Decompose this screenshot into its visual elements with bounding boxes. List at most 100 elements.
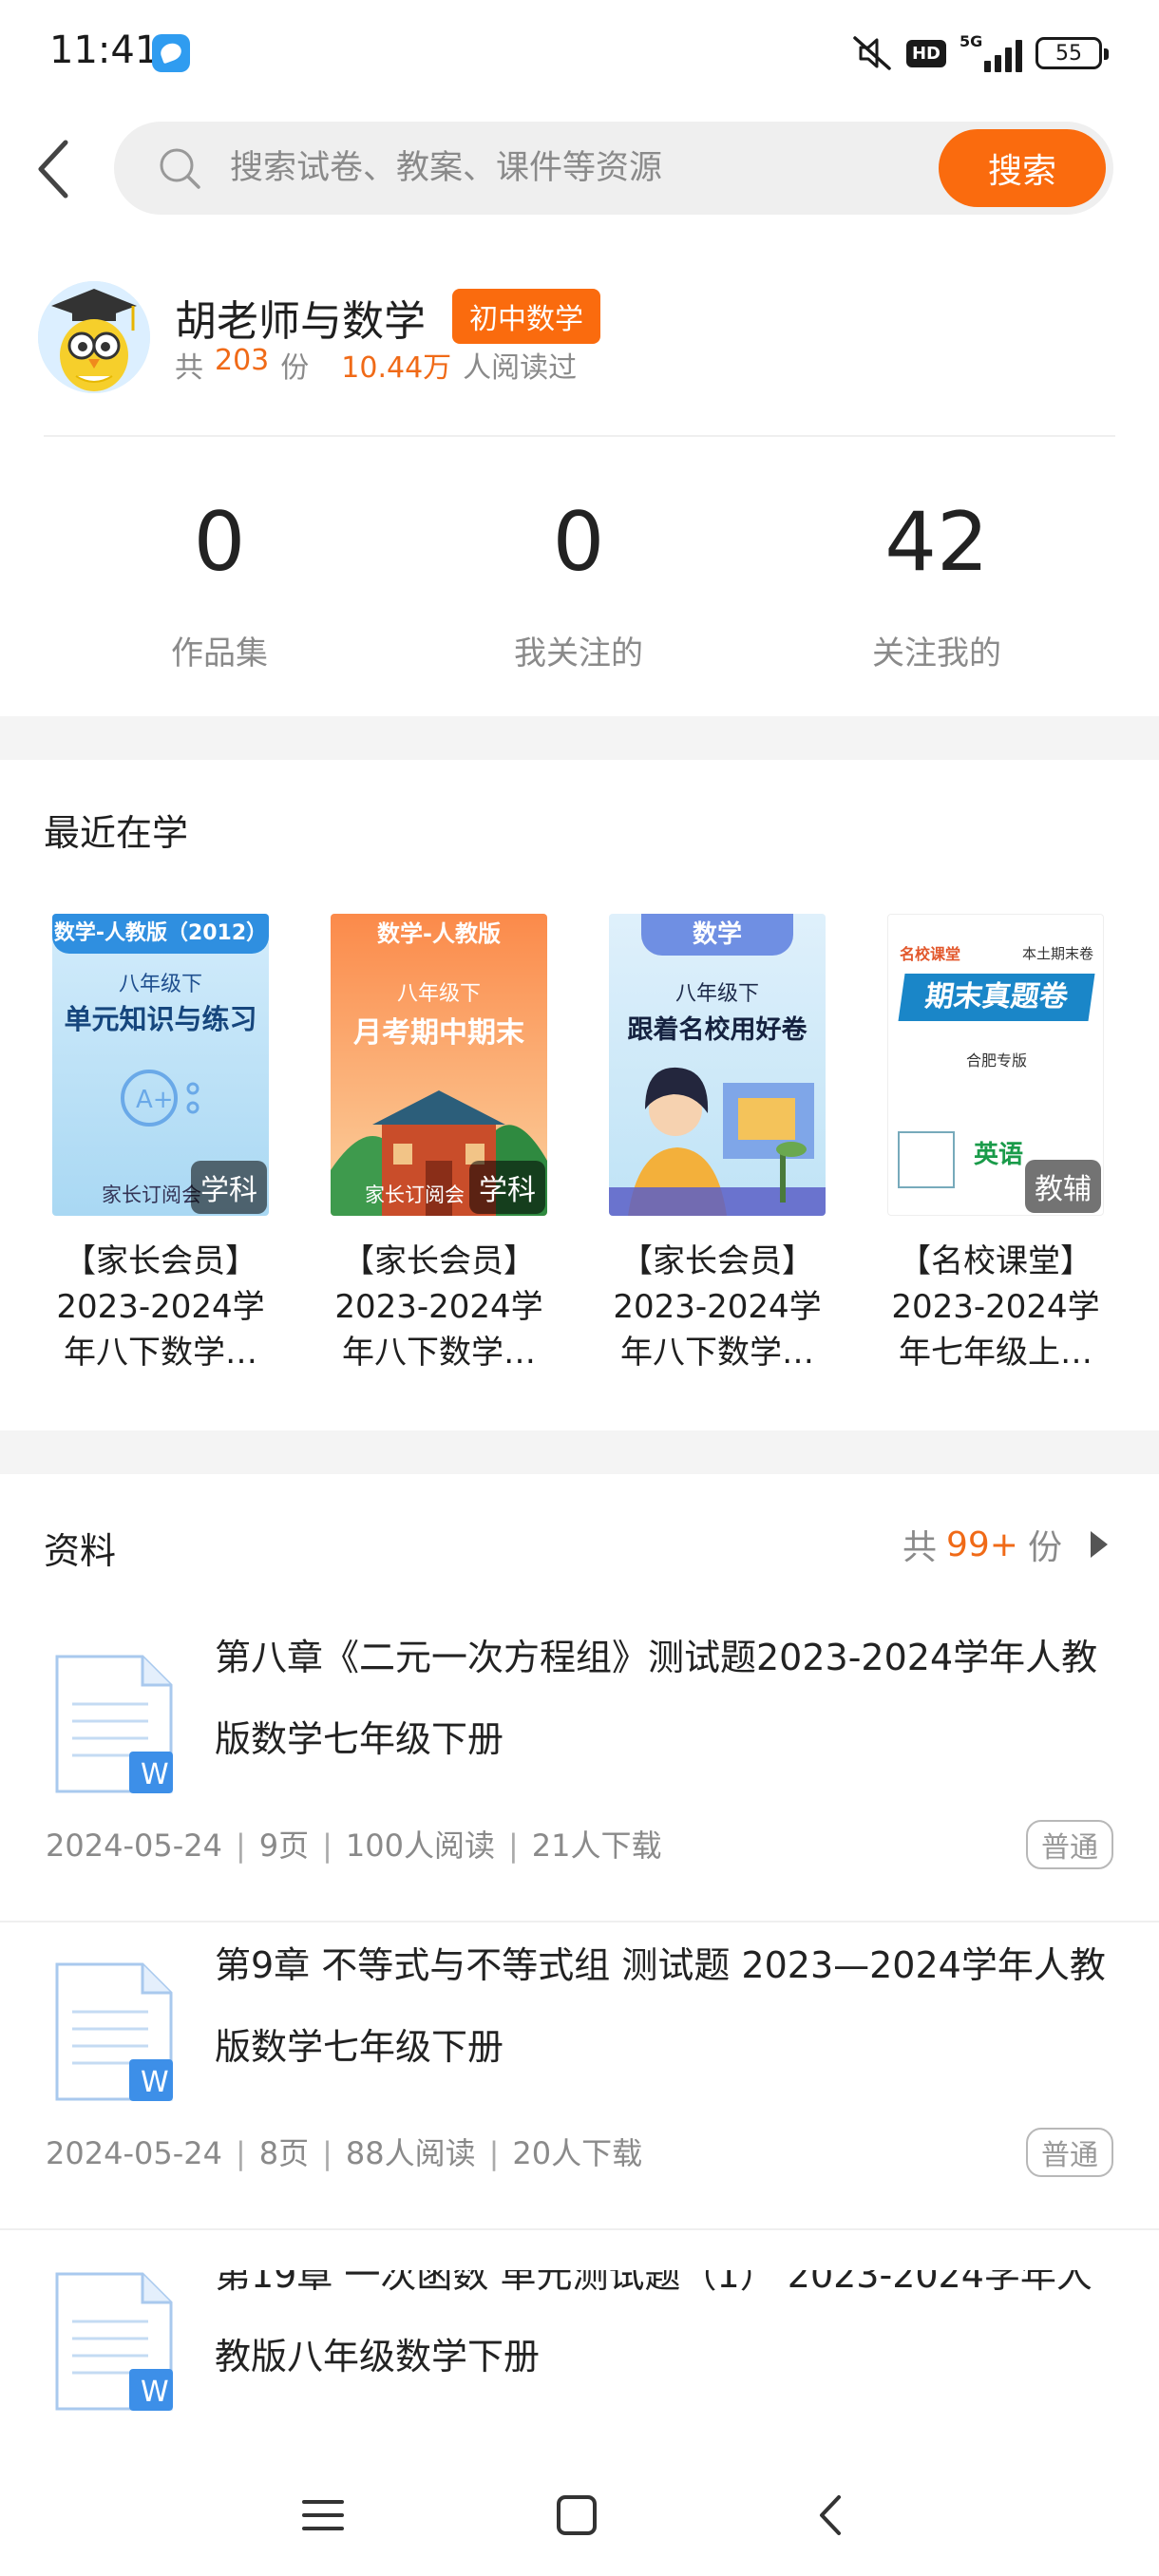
card-title-line: 2023-2024学 [334, 1288, 543, 1326]
divider [44, 435, 1115, 437]
home-button[interactable] [539, 2477, 615, 2553]
word-document-icon: W [55, 1655, 173, 1793]
category-tag: 教辅 [1025, 1160, 1101, 1213]
counter-followers[interactable]: 42 关注我的 [794, 502, 1079, 673]
chevron-left-icon [38, 140, 68, 199]
card-title-line: 【家长会员】 [342, 1242, 536, 1280]
chevron-left-icon [820, 2495, 841, 2535]
doc-unit: 份 [280, 351, 310, 385]
arrow-right-icon [1091, 1531, 1108, 1558]
system-nav-bar [0, 2451, 1159, 2576]
cover-brand: 名校课堂 [900, 945, 961, 963]
doc-downloads: 21人下载 [531, 1828, 662, 1864]
card-title-line: 【家长会员】 [64, 1242, 257, 1280]
section-separator [0, 1430, 1159, 1474]
recent-card[interactable]: 数学 八年级下 跟着名校用好卷 【家长会员】 2023-2024学 年八下数学… [609, 914, 826, 1375]
owl-mascot-icon [38, 281, 150, 393]
resources-more-link[interactable]: 共 99+ 份 [902, 1520, 1108, 1569]
cover-main: 期末真题卷 [898, 974, 1095, 1021]
counter-label: 作品集 [171, 635, 268, 672]
avatar[interactable] [38, 281, 150, 393]
cover-header: 数学 [641, 914, 793, 956]
search-bar[interactable]: 搜索 [114, 122, 1113, 215]
status-time: 11:41 [49, 28, 160, 72]
divider [0, 1921, 1159, 1923]
profile-name: 胡老师与数学 [175, 297, 426, 346]
cover-footer: 英语 [974, 1141, 1024, 1169]
card-title: 【家长会员】 2023-2024学 年八下数学… [331, 1239, 547, 1375]
read-count: 10.44万 [341, 351, 452, 385]
counter-value: 42 [884, 495, 989, 590]
svg-text:W: W [141, 2376, 169, 2409]
doc-title: 第19章 一次函数 单元测试题（1） 2023-2024学年人教版八年级数学下册 [215, 2270, 1092, 2377]
doc-level-tag: 普通 [1026, 1820, 1113, 1869]
hd-icon: HD [905, 39, 946, 67]
cover-header: 数学-人教版 [377, 920, 501, 947]
doc-pages: 9页 [258, 1828, 310, 1864]
list-item[interactable]: W 第9章 不等式与不等式组 测试题 2023—2024学年人教版数学七年级下册… [0, 1944, 1159, 2268]
card-title: 【名校课堂】 2023-2024学 年七年级上… [887, 1239, 1104, 1375]
doc-count: 203 [215, 344, 270, 377]
card-cover: 数学 八年级下 跟着名校用好卷 [609, 914, 826, 1216]
search-icon [160, 148, 200, 189]
recent-card[interactable]: 数学-人教版 八年级下 月考期中期末 家长订阅会 学科 【家长会员】 2023-… [331, 914, 547, 1375]
doc-reads: 100人阅读 [345, 1828, 495, 1864]
word-document-icon: W [55, 2272, 173, 2411]
cover-grade: 八年级下 [674, 982, 759, 1006]
card-cover: 数学-人教版 八年级下 月考期中期末 家长订阅会 学科 [331, 914, 547, 1216]
counter-following[interactable]: 0 我关注的 [436, 502, 721, 673]
card-cover: 名校课堂 本土期末卷 期末真题卷 合肥专版 英语 教辅 [887, 914, 1104, 1216]
search-button[interactable]: 搜索 [939, 129, 1106, 207]
list-item[interactable]: W 第八章《二元一次方程组》测试题2023-2024学年人教版数学七年级下册 2… [0, 1637, 1159, 1960]
card-title-line: 年八下数学… [620, 1334, 814, 1372]
recent-section-title: 最近在学 [44, 812, 189, 854]
word-document-icon: W [55, 1962, 173, 2101]
status-icons: HD 5G 55 [851, 30, 1109, 76]
cover-grade: 八年级下 [118, 973, 202, 996]
divider [0, 2228, 1159, 2230]
card-title: 【家长会员】 2023-2024学 年八下数学… [609, 1239, 826, 1375]
card-title-line: 【家长会员】 [620, 1242, 814, 1280]
app-notification-icon [152, 34, 190, 72]
resources-count: 99+ [946, 1525, 1018, 1564]
cover-grade: 合肥专版 [965, 1051, 1027, 1070]
counter-label: 关注我的 [872, 635, 1001, 672]
cover-main: 单元知识与练习 [64, 1003, 257, 1035]
count-prefix: 共 [902, 1528, 937, 1567]
battery-level: 55 [1055, 41, 1082, 66]
cover-header: 本土期末卷 [1021, 945, 1093, 962]
doc-downloads: 20人下载 [512, 2135, 643, 2171]
back-button[interactable] [28, 133, 76, 205]
counter-collections[interactable]: 0 作品集 [77, 502, 362, 673]
read-suffix: 人阅读过 [463, 351, 578, 385]
recent-card[interactable]: 名校课堂 本土期末卷 期末真题卷 合肥专版 英语 教辅 【名校课堂】 2023-… [887, 914, 1104, 1375]
search-input[interactable] [230, 122, 838, 215]
recent-card[interactable]: 数学-人教版（2012） 八年级下 单元知识与练习 A+ 家长订阅会 学科 【家… [52, 914, 269, 1375]
svg-text:W: W [141, 1758, 169, 1791]
doc-pages: 8页 [258, 2135, 310, 2171]
stats-prefix: 共 [175, 351, 203, 385]
network-type: 5G [960, 32, 983, 50]
system-back-button[interactable] [792, 2477, 868, 2553]
counter-value: 0 [552, 495, 605, 590]
menu-button[interactable] [285, 2477, 361, 2553]
card-title-line: 【名校课堂】 [899, 1242, 1092, 1280]
doc-title: 第9章 不等式与不等式组 测试题 2023—2024学年人教版数学七年级下册 [215, 1944, 1106, 2068]
counter-label: 我关注的 [514, 635, 643, 672]
category-tag: 学科 [191, 1161, 267, 1214]
battery-icon: 55 [1036, 37, 1109, 69]
count-unit: 份 [1027, 1528, 1062, 1567]
counter-value: 0 [193, 495, 246, 590]
doc-meta: 2024-05-24 | 9页 | 100人阅读 | 21人下载 [46, 1828, 662, 1864]
card-title-line: 年八下数学… [64, 1334, 257, 1372]
doc-date: 2024-05-24 [46, 1828, 222, 1864]
card-cover: 数学-人教版（2012） 八年级下 单元知识与练习 A+ 家长订阅会 学科 [52, 914, 269, 1216]
resources-section-title: 资料 [44, 1530, 117, 1572]
list-item[interactable]: W 第19章 一次函数 单元测试题（1） 2023-2024学年人教版八年级数学… [0, 2270, 1159, 2422]
cover-header: 数学-人教版（2012） [52, 914, 269, 954]
card-title-line: 年七年级上… [899, 1334, 1092, 1372]
cover-footer: 家长订阅会 [365, 1184, 465, 1206]
cover-footer: 家长订阅会 [102, 1184, 201, 1206]
doc-meta: 2024-05-24 | 8页 | 88人阅读 | 20人下载 [46, 2135, 643, 2171]
doc-title: 第八章《二元一次方程组》测试题2023-2024学年人教版数学七年级下册 [215, 1637, 1098, 1760]
